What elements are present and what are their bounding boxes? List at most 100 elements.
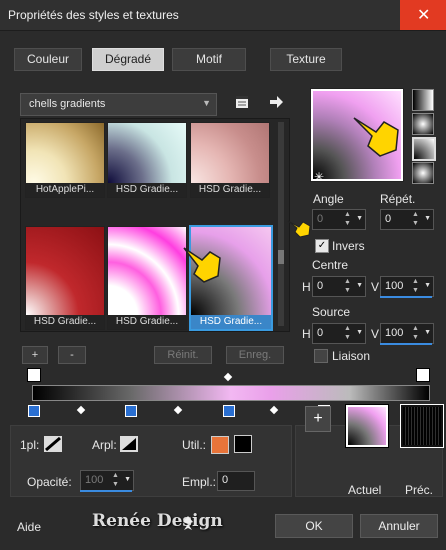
rectangular-style-icon[interactable]: [412, 113, 434, 135]
chevron-down-icon[interactable]: ▼: [356, 282, 363, 289]
tab-texture[interactable]: Texture: [270, 48, 342, 71]
cancel-button[interactable]: Annuler: [360, 514, 438, 538]
window-title: Propriétés des styles et textures: [8, 8, 179, 22]
chevron-down-icon[interactable]: ▼: [356, 215, 363, 222]
linear-style-icon[interactable]: [412, 89, 434, 111]
spin-up-icon[interactable]: ▲: [410, 324, 421, 333]
spin-up-icon[interactable]: ▲: [110, 471, 121, 480]
save-gradient-button[interactable]: Enreg.: [226, 346, 284, 364]
spin-down-icon[interactable]: ▼: [410, 219, 421, 228]
add-swatch-button[interactable]: +: [305, 406, 331, 432]
first-stop-button[interactable]: [44, 436, 62, 452]
spin-up-icon[interactable]: ▲: [342, 277, 353, 286]
spin-down-icon[interactable]: ▼: [410, 286, 421, 295]
ok-button[interactable]: OK: [275, 514, 353, 538]
repeat-spinner[interactable]: 0 ▲ ▼ ▼: [380, 209, 434, 230]
repeat-label: Répét.: [380, 192, 416, 206]
spin-down-icon[interactable]: ▼: [342, 333, 353, 342]
center-v-accent: [380, 296, 432, 298]
source-v-accent: [380, 343, 432, 345]
gradient-stop[interactable]: [125, 405, 137, 417]
color-stop-marker-start[interactable]: [27, 368, 41, 382]
pointing-hand-icon: [287, 216, 311, 238]
opacity-spinner[interactable]: 100 ▲ ▼ ▼: [80, 470, 134, 491]
center-label: Centre: [312, 258, 349, 272]
source-h-spinner[interactable]: 0 ▲ ▼ ▼: [312, 323, 366, 344]
link-checkbox[interactable]: [314, 349, 328, 363]
gradient-midpoint[interactable]: [173, 405, 183, 415]
chevron-down-icon[interactable]: ▼: [424, 282, 431, 289]
orange-swatch[interactable]: [211, 436, 229, 454]
location-input[interactable]: 0: [217, 471, 255, 491]
chevron-down-icon[interactable]: ▼: [424, 215, 431, 222]
opacity-label: Opacité:: [27, 475, 72, 489]
gradient-midpoint[interactable]: [76, 405, 86, 415]
empl-label: Empl.:: [182, 475, 217, 489]
invert-checkbox[interactable]: ✓: [315, 239, 329, 253]
gradient-thumb[interactable]: HSD Gradie...: [190, 122, 270, 198]
opacity-midpoint[interactable]: [223, 372, 233, 382]
source-v-label: V: [371, 327, 380, 341]
sunburst-style-icon[interactable]: [412, 137, 436, 161]
gradient-editor-bar[interactable]: [32, 385, 430, 401]
opacity-accent: [80, 490, 132, 492]
spin-up-icon[interactable]: ▲: [410, 277, 421, 286]
spin-up-icon[interactable]: ▲: [342, 210, 353, 219]
gradient-thumb[interactable]: HSD Gradie...: [25, 226, 105, 330]
gradient-midpoint[interactable]: [269, 405, 279, 415]
angle-spinner[interactable]: 0 ▲ ▼ ▼: [312, 209, 366, 230]
center-v-label: V: [371, 280, 380, 294]
chevron-down-icon[interactable]: ▼: [124, 476, 131, 483]
arrow-right-icon[interactable]: [268, 94, 284, 110]
source-label: Source: [312, 305, 351, 319]
black-swatch[interactable]: [234, 435, 252, 453]
watermark-text: Renée Design: [92, 511, 223, 531]
invert-label: Invers: [332, 239, 365, 253]
remove-gradient-button[interactable]: -: [58, 346, 86, 364]
notepad-icon[interactable]: [235, 95, 249, 109]
gradient-thumb[interactable]: HotApplePi...: [25, 122, 105, 198]
arpl-label: Arpl:: [92, 438, 117, 452]
gradient-thumb[interactable]: HSD Gradie...: [107, 226, 187, 330]
tab-degrade[interactable]: Dégradé: [92, 48, 164, 71]
gradient-thumb[interactable]: HSD Gradie...: [107, 122, 187, 198]
spin-down-icon[interactable]: ▼: [110, 480, 121, 489]
last-stop-button[interactable]: [120, 436, 138, 452]
source-h-label: H: [302, 327, 311, 341]
center-point-icon[interactable]: ✳: [314, 170, 324, 184]
source-v-spinner[interactable]: 100 ▲ ▼ ▼: [380, 323, 434, 344]
scrollbar-thumb[interactable]: [278, 250, 284, 264]
butterfly-icon: [182, 514, 194, 532]
current-label: Actuel: [348, 483, 382, 497]
previous-label: Préc.: [405, 483, 434, 497]
tab-motif[interactable]: Motif: [172, 48, 246, 71]
gradient-stop[interactable]: [223, 405, 235, 417]
close-button[interactable]: ✕: [400, 0, 446, 30]
chevron-down-icon[interactable]: ▼: [356, 329, 363, 336]
spin-up-icon[interactable]: ▲: [342, 324, 353, 333]
current-swatch[interactable]: [345, 404, 389, 448]
gradient-library-value: chells gradients: [29, 98, 106, 110]
center-v-spinner[interactable]: 100 ▲ ▼ ▼: [380, 276, 434, 297]
spin-down-icon[interactable]: ▼: [410, 333, 421, 342]
previous-swatch[interactable]: [400, 404, 444, 448]
add-gradient-button[interactable]: +: [22, 346, 48, 364]
help-link[interactable]: Aide: [17, 520, 41, 534]
gradient-stop[interactable]: [28, 405, 40, 417]
radial-style-icon[interactable]: [412, 162, 434, 184]
title-bar: Propriétés des styles et textures ✕: [0, 0, 446, 31]
center-h-spinner[interactable]: 0 ▲ ▼ ▼: [312, 276, 366, 297]
spin-down-icon[interactable]: ▼: [342, 219, 353, 228]
chevron-down-icon: ▼: [202, 98, 211, 108]
gradient-library-select[interactable]: chells gradients ▼: [20, 93, 217, 116]
pointing-hand-icon: [180, 238, 224, 286]
spin-up-icon[interactable]: ▲: [410, 210, 421, 219]
chevron-down-icon[interactable]: ▼: [424, 329, 431, 336]
pointing-hand-icon: [352, 110, 402, 158]
spin-down-icon[interactable]: ▼: [342, 286, 353, 295]
reset-button[interactable]: Réinit.: [154, 346, 212, 364]
pl-label: 1pl:: [20, 438, 40, 452]
grid-scrollbar[interactable]: [278, 122, 284, 326]
tab-couleur[interactable]: Couleur: [14, 48, 82, 71]
color-stop-marker-end[interactable]: [416, 368, 430, 382]
